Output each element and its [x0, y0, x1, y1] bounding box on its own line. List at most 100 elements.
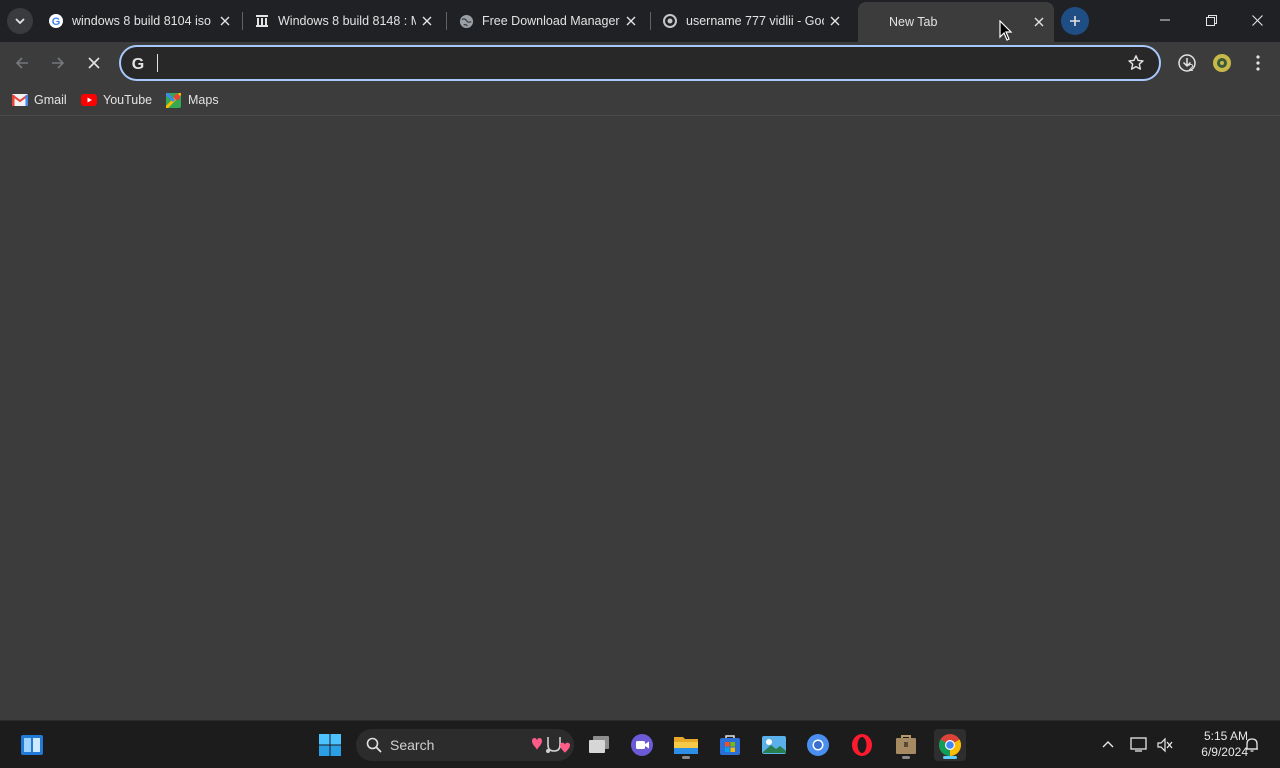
- clock-time: 5:15 AM: [1203, 729, 1248, 743]
- address-bar[interactable]: G: [119, 45, 1161, 81]
- menu-button[interactable]: [1245, 50, 1271, 76]
- microsoft-store-button[interactable]: [714, 729, 746, 761]
- tab-divider: [242, 12, 243, 30]
- package-button[interactable]: [890, 729, 922, 761]
- notifications-button[interactable]: [1240, 733, 1264, 757]
- forward-button[interactable]: [44, 49, 72, 77]
- start-button[interactable]: [314, 729, 346, 761]
- bookmark-youtube[interactable]: YouTube: [81, 91, 152, 109]
- widgets-icon: [21, 735, 43, 755]
- google-lens-icon: [662, 13, 678, 29]
- tab-title: Free Download Manager: [482, 14, 620, 28]
- close-window-button[interactable]: [1234, 0, 1280, 40]
- search-highlight-icon: [532, 737, 570, 753]
- extension-icon: [1213, 54, 1231, 72]
- volume-muted-icon: [1157, 737, 1173, 753]
- tab-search-button[interactable]: [7, 8, 33, 34]
- google-icon: G: [48, 13, 64, 29]
- search-icon: [366, 737, 382, 753]
- opera-button[interactable]: [846, 729, 878, 761]
- tab-4[interactable]: username 777 vidlii - Goo: [654, 4, 850, 38]
- chromium-button[interactable]: [802, 729, 834, 761]
- running-indicator: [943, 756, 957, 759]
- photos-button[interactable]: [758, 729, 790, 761]
- svg-text:G: G: [52, 16, 61, 28]
- photos-icon: [762, 736, 786, 754]
- tab-1[interactable]: G windows 8 build 8104 iso: [40, 4, 240, 38]
- chromium-icon: [807, 734, 829, 756]
- tab-title: windows 8 build 8104 iso: [72, 14, 211, 28]
- close-icon[interactable]: [416, 10, 438, 32]
- back-button[interactable]: [8, 49, 36, 77]
- close-icon: [1251, 14, 1263, 26]
- task-view-button[interactable]: [583, 729, 615, 761]
- bookmark-label: Gmail: [34, 93, 67, 107]
- widgets-button[interactable]: [16, 729, 48, 761]
- file-explorer-button[interactable]: [670, 729, 702, 761]
- monitor-network-icon: [1130, 737, 1147, 752]
- globe-icon: [458, 13, 474, 29]
- svg-text:G: G: [132, 56, 144, 72]
- tab-active[interactable]: New Tab: [858, 2, 1054, 42]
- meet-button[interactable]: [626, 729, 658, 761]
- tab-strip: G windows 8 build 8104 iso Windows 8 bui…: [0, 0, 1280, 42]
- stop-loading-button[interactable]: [80, 49, 108, 77]
- extension-button[interactable]: [1209, 50, 1235, 76]
- chevron-up-icon: [1102, 741, 1114, 748]
- tab-divider: [650, 12, 651, 30]
- minimize-button[interactable]: [1142, 0, 1188, 40]
- bell-icon: [1246, 738, 1258, 752]
- close-icon: [88, 57, 100, 69]
- more-vert-icon: [1256, 55, 1260, 71]
- close-icon[interactable]: [824, 10, 846, 32]
- opera-icon: [852, 734, 872, 756]
- tab-title: username 777 vidlii - Goo: [686, 14, 824, 28]
- youtube-icon: [81, 93, 97, 107]
- chrome-button[interactable]: [934, 729, 966, 761]
- close-icon[interactable]: [1028, 11, 1050, 33]
- restore-button[interactable]: [1188, 0, 1234, 40]
- close-icon[interactable]: [620, 10, 642, 32]
- tab-3[interactable]: Free Download Manager: [450, 4, 646, 38]
- close-icon[interactable]: [214, 10, 236, 32]
- bookmark-maps[interactable]: Maps: [166, 91, 219, 109]
- file-explorer-icon: [674, 737, 698, 754]
- new-tab-page: [0, 117, 1280, 720]
- bookmark-gmail[interactable]: Gmail: [12, 91, 67, 109]
- clock-date: 6/9/2024: [1201, 745, 1248, 759]
- arrow-left-icon: [15, 57, 28, 69]
- download-count-badge: 2: [1188, 63, 1194, 74]
- bookmark-label: Maps: [188, 93, 219, 107]
- new-tab-button[interactable]: [1061, 7, 1089, 35]
- google-icon: G: [132, 56, 144, 72]
- running-indicator: [682, 756, 690, 759]
- package-icon: [896, 735, 916, 754]
- omnibox-input[interactable]: [157, 52, 1117, 74]
- chevron-down-icon: [15, 18, 25, 25]
- cursor-icon: [999, 20, 1013, 41]
- arrow-right-icon: [52, 57, 65, 69]
- archive-org-icon: [254, 13, 270, 29]
- download-icon: [1178, 54, 1196, 72]
- running-indicator: [902, 756, 910, 759]
- task-view-icon: [589, 736, 609, 753]
- clock[interactable]: 5:15 AM 6/9/2024: [1180, 728, 1248, 760]
- bookmark-label: YouTube: [103, 93, 153, 107]
- windows-start-icon: [319, 734, 341, 756]
- microsoft-store-icon: [720, 735, 740, 755]
- tab-2[interactable]: Windows 8 build 8148 : M: [246, 4, 442, 38]
- tab-divider: [446, 12, 447, 30]
- gmail-icon: [12, 93, 28, 107]
- volume-button[interactable]: [1153, 733, 1177, 757]
- bookmarks-bar: Gmail YouTube Maps: [0, 84, 1280, 116]
- meet-icon: [631, 734, 653, 756]
- minimize-icon: [1160, 19, 1170, 21]
- tray-overflow-button[interactable]: [1096, 733, 1120, 757]
- maps-icon: [166, 92, 182, 108]
- star-icon[interactable]: [1127, 54, 1145, 72]
- network-button[interactable]: [1127, 733, 1151, 757]
- taskbar-search[interactable]: Search: [356, 729, 574, 761]
- chrome-icon: [939, 734, 961, 756]
- downloads-button[interactable]: 2: [1174, 50, 1200, 76]
- plus-icon: [1070, 16, 1080, 26]
